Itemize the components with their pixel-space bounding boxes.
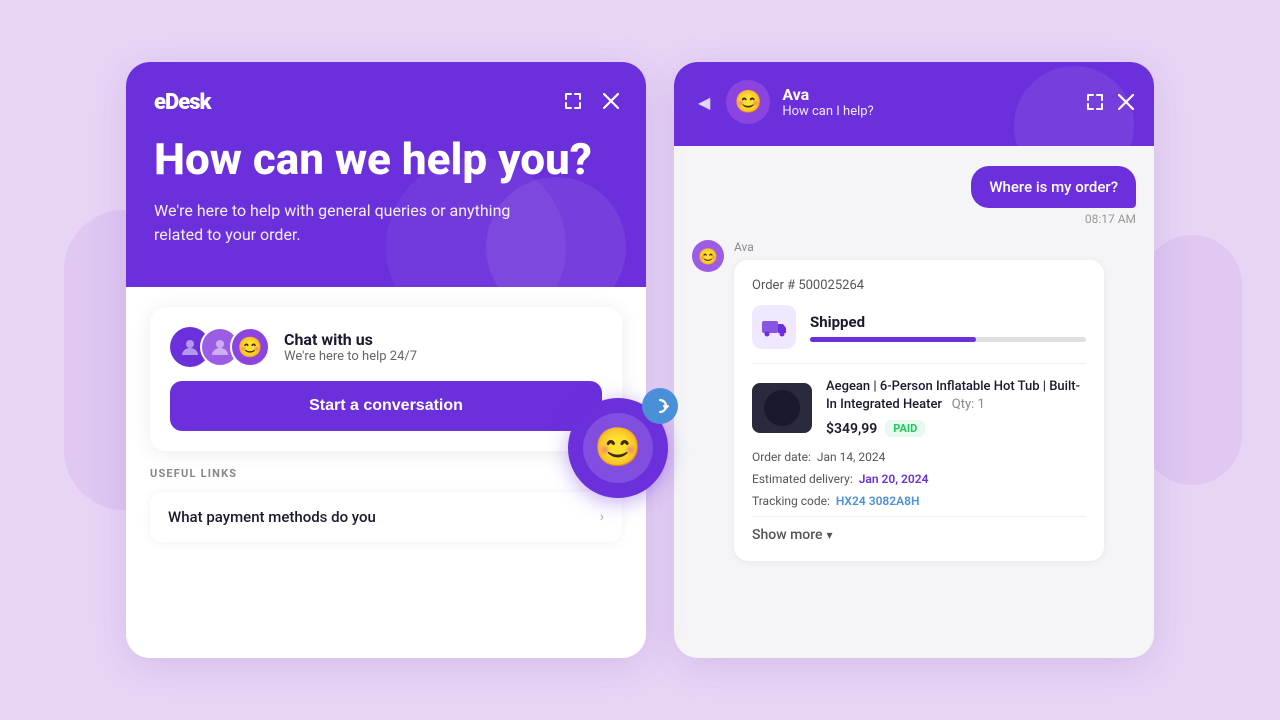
main-container: eDesk How can we help you? We're here to… — [126, 62, 1154, 658]
truck-icon — [752, 305, 796, 349]
expand-button[interactable] — [562, 90, 584, 112]
useful-links-title: USEFUL LINKS — [150, 467, 622, 480]
avatar-bot: 😊 — [230, 327, 270, 367]
product-details: Aegean | 6-Person Inflatable Hot Tub | B… — [826, 378, 1086, 437]
order-date-value: Jan 14, 2024 — [817, 450, 886, 464]
product-name: Aegean | 6-Person Inflatable Hot Tub | B… — [826, 378, 1086, 414]
left-header: eDesk How can we help you? We're here to… — [126, 62, 646, 287]
order-date-label: Order date: — [752, 450, 811, 464]
logo-text: eDesk — [154, 90, 211, 115]
header-controls — [562, 90, 622, 112]
status-label: Shipped — [810, 313, 1086, 331]
agent-avatar: 😊 — [726, 80, 770, 124]
delivery-label: Estimated delivery: — [752, 472, 853, 486]
chat-card: 😊 Chat with us We're here to help 24/7 S… — [150, 307, 622, 451]
chevron-right-icon: › — [600, 509, 604, 525]
show-more-chevron-icon: ▾ — [827, 528, 833, 542]
useful-links-section: USEFUL LINKS What payment methods do you… — [150, 467, 622, 638]
link-item-text: What payment methods do you — [168, 508, 376, 526]
chat-info: Chat with us We're here to help 24/7 — [284, 330, 417, 364]
user-message: Where is my order? — [971, 166, 1136, 208]
headline: How can we help you? — [154, 135, 618, 183]
user-message-block: Where is my order? 08:17 AM — [971, 166, 1136, 226]
avatar-group: 😊 — [170, 327, 270, 367]
start-conversation-button[interactable]: Start a conversation — [170, 381, 602, 431]
tracking-code-value: HX24 3082A8H — [836, 494, 920, 508]
logo: eDesk — [154, 90, 618, 115]
product-img-circle — [764, 390, 800, 426]
product-image — [752, 383, 812, 433]
bg-shape-right — [1142, 235, 1242, 485]
status-info: Shipped — [810, 313, 1086, 342]
link-item[interactable]: What payment methods do you › — [150, 492, 622, 542]
show-more-button[interactable]: Show more ▾ — [752, 516, 1086, 543]
bot-face-icon: 😊 — [583, 413, 653, 483]
progress-bar — [810, 337, 1086, 342]
product-qty: Qty: 1 — [952, 397, 985, 412]
agent-info: Ava How can I help? — [782, 85, 873, 119]
chat-title: Chat with us — [284, 330, 417, 349]
tracking-label: Tracking code: — [752, 494, 830, 508]
bot-message-row: 😊 Ava Order # 500025264 — [692, 240, 1136, 561]
right-header-left: ◀ 😊 Ava How can I help? — [694, 80, 874, 124]
bot-arrow-icon — [642, 388, 678, 424]
right-header-controls — [1086, 93, 1134, 111]
product-price: $349,99 — [826, 421, 877, 437]
close-button[interactable] — [600, 90, 622, 112]
agent-question: How can I help? — [782, 104, 873, 119]
delivery-date-line: Estimated delivery: Jan 20, 2024 — [752, 469, 1086, 491]
message-time: 08:17 AM — [971, 212, 1136, 226]
bot-avatar-small: 😊 — [692, 240, 724, 272]
paid-badge: PAID — [885, 420, 925, 437]
order-status-row: Shipped — [752, 305, 1086, 349]
right-header: ◀ 😊 Ava How can I help? — [674, 62, 1154, 146]
product-row: Aegean | 6-Person Inflatable Hot Tub | B… — [752, 363, 1086, 437]
user-message-row: Where is my order? 08:17 AM — [692, 166, 1136, 226]
floating-bot: 😊 — [568, 398, 668, 498]
progress-fill — [810, 337, 976, 342]
show-more-text: Show more — [752, 527, 823, 543]
order-meta: Order date: Jan 14, 2024 Estimated deliv… — [752, 447, 1086, 512]
agent-name: Ava — [782, 85, 873, 104]
order-number: Order # 500025264 — [752, 278, 1086, 293]
bot-message-content: Ava Order # 500025264 — [734, 240, 1104, 561]
right-close-button[interactable] — [1118, 94, 1134, 110]
left-panel: eDesk How can we help you? We're here to… — [126, 62, 646, 658]
tracking-line: Tracking code: HX24 3082A8H — [752, 491, 1086, 513]
delivery-date-value: Jan 20, 2024 — [859, 472, 929, 486]
bot-name-label: Ava — [734, 240, 1104, 254]
chat-subtitle-text: We're here to help 24/7 — [284, 349, 417, 364]
bot-circle: 😊 — [568, 398, 668, 498]
right-expand-button[interactable] — [1086, 93, 1104, 111]
product-price-row: $349,99 PAID — [826, 420, 1086, 437]
right-body: Where is my order? 08:17 AM 😊 Ava Order … — [674, 146, 1154, 658]
order-card: Order # 500025264 — [734, 260, 1104, 561]
subtitle: We're here to help with general queries … — [154, 199, 534, 247]
chat-header-row: 😊 Chat with us We're here to help 24/7 — [170, 327, 602, 367]
order-date-line: Order date: Jan 14, 2024 — [752, 447, 1086, 469]
back-button[interactable]: ◀ — [694, 89, 714, 116]
right-panel: ◀ 😊 Ava How can I help? — [674, 62, 1154, 658]
